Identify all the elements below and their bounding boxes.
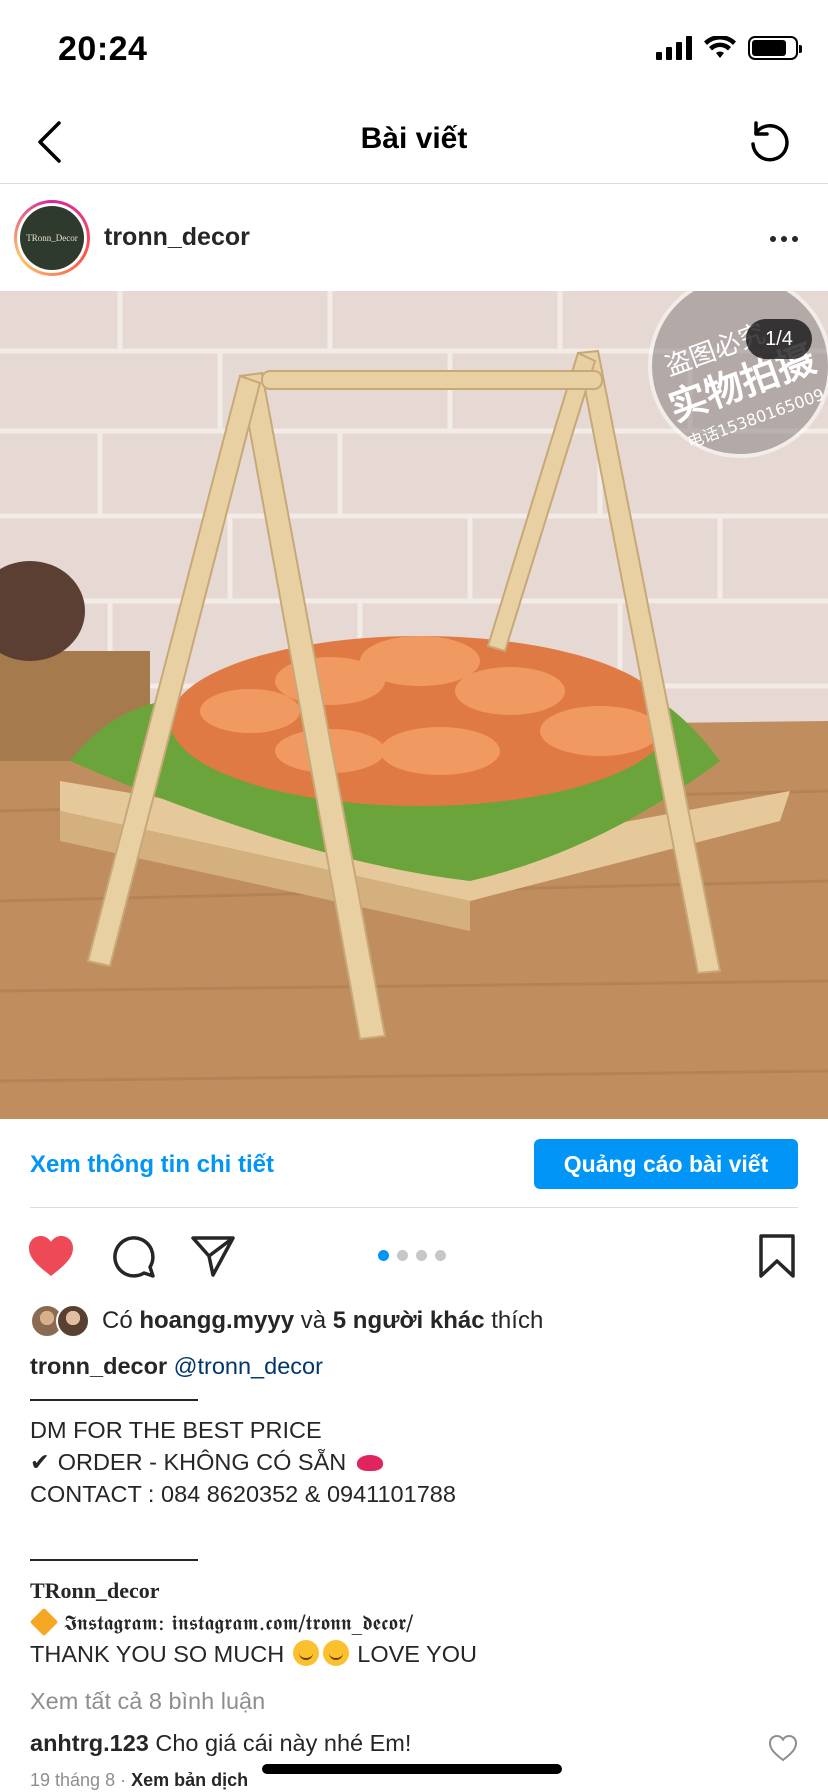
promo-row: Xem thông tin chi tiết Quảng cáo bài viế… — [0, 1119, 828, 1207]
comment-bubble-icon — [113, 1236, 155, 1278]
page-title: Bài viết — [360, 122, 468, 155]
caption-mention[interactable]: @tronn_decor — [174, 1353, 323, 1379]
carousel-dot — [416, 1250, 427, 1261]
share-button[interactable] — [188, 1231, 238, 1281]
caption-line-2: ORDER - KHÔNG CÓ SẴN — [57, 1449, 347, 1475]
orange-diamond-icon — [29, 1607, 59, 1637]
heart-filled-icon — [29, 1236, 73, 1276]
action-bar — [0, 1225, 828, 1285]
check-icon: ✔ — [30, 1449, 50, 1475]
caption-thanks-b: LOVE YOU — [357, 1641, 477, 1667]
status-bar: 20:24 — [0, 0, 828, 100]
kiss-mark-icon — [356, 1455, 383, 1471]
save-button[interactable] — [752, 1231, 802, 1281]
wifi-icon — [704, 36, 736, 58]
comment-date: 19 tháng 8 — [30, 1770, 116, 1790]
smiling-hearts-emoji-icon — [322, 1640, 349, 1666]
liker-avatars — [30, 1304, 92, 1338]
more-dots-icon — [770, 236, 776, 242]
post-header: TRonn_Decor tronn_decor — [0, 185, 828, 291]
cellular-signal-icon — [656, 36, 692, 60]
carousel-dot — [397, 1250, 408, 1261]
more-options-button[interactable] — [762, 219, 806, 259]
caption-thanks-a: THANK YOU SO MUCH — [30, 1641, 285, 1667]
refresh-button[interactable] — [742, 114, 798, 170]
nav-header: Bài viết — [0, 100, 828, 184]
avatar — [56, 1304, 90, 1338]
battery-icon — [748, 36, 802, 60]
comment-username[interactable]: anhtrg.123 — [30, 1730, 149, 1756]
comment-text: Cho giá cái này nhé Em! — [155, 1730, 412, 1756]
paper-plane-icon — [191, 1236, 235, 1277]
carousel-dot — [435, 1250, 446, 1261]
caption-username[interactable]: tronn_decor — [30, 1353, 167, 1379]
caption-instagram-line: 𝕴𝖓𝖘𝖙𝖆𝖌𝖗𝖆𝖒: 𝖎𝖓𝖘𝖙𝖆𝖌𝖗𝖆𝖒.𝖈𝖔𝖒/𝖙𝖗𝖔𝖓𝖓_𝖉𝖊𝖈𝖔𝖗/ — [64, 1611, 414, 1635]
post-username[interactable]: tronn_decor — [104, 223, 250, 252]
likes-others[interactable]: 5 người khác — [333, 1307, 485, 1335]
carousel-dots — [378, 1250, 446, 1261]
product-photo: 盗图必究 实物拍摄 电话15380165009 — [0, 291, 828, 1119]
likes-suffix: thích — [491, 1307, 544, 1334]
caption-rule — [30, 1398, 198, 1401]
view-all-comments-link[interactable]: Xem tất cả 8 bình luận — [30, 1688, 265, 1715]
likes-and: và — [300, 1307, 327, 1334]
refresh-icon — [751, 121, 789, 162]
status-time: 20:24 — [58, 30, 148, 68]
avatar: TRonn_Decor — [20, 206, 84, 270]
home-indicator[interactable] — [262, 1764, 562, 1774]
divider — [30, 1207, 798, 1208]
see-translation-link[interactable]: Xem bản dịch — [131, 1770, 248, 1790]
post-image[interactable]: 盗图必究 实物拍摄 电话15380165009 1/4 — [0, 291, 828, 1119]
view-details-link[interactable]: Xem thông tin chi tiết — [30, 1151, 274, 1179]
likes-prefix: Có — [102, 1307, 133, 1334]
bookmark-icon — [759, 1234, 795, 1278]
watermark-stamp: 盗图必究 实物拍摄 电话15380165009 — [648, 291, 828, 458]
comment-item: anhtrg.123 Cho giá cái này nhé Em! — [30, 1730, 411, 1757]
avatar-story-ring[interactable]: TRonn_Decor — [14, 200, 90, 276]
like-button[interactable] — [26, 1231, 76, 1281]
comment-button[interactable] — [108, 1231, 158, 1281]
likes-summary[interactable]: Có hoangg.myyy và 5 người khác thích — [30, 1303, 543, 1339]
carousel-dot-active — [378, 1250, 389, 1261]
image-page-indicator: 1/4 — [746, 319, 812, 359]
comment-like-button[interactable] — [768, 1734, 798, 1762]
heart-outline-icon — [768, 1734, 798, 1762]
comment-meta: 19 tháng 8 · Xem bản dịch — [30, 1770, 249, 1790]
caption-line-3: CONTACT : 084 8620352 & 0941101788 — [30, 1481, 456, 1507]
promote-post-button[interactable]: Quảng cáo bài viết — [534, 1139, 798, 1189]
caption-rule — [30, 1558, 198, 1561]
smiling-hearts-emoji-icon — [292, 1640, 319, 1666]
likes-user[interactable]: hoangg.myyy — [139, 1307, 294, 1335]
caption-line-1: DM FOR THE BEST PRICE — [30, 1417, 322, 1443]
caption-brand: TRonn_decor — [30, 1578, 160, 1603]
post-caption: tronn_decor @tronn_decor DM FOR THE BEST… — [29, 1350, 800, 1670]
status-icons — [656, 36, 802, 60]
